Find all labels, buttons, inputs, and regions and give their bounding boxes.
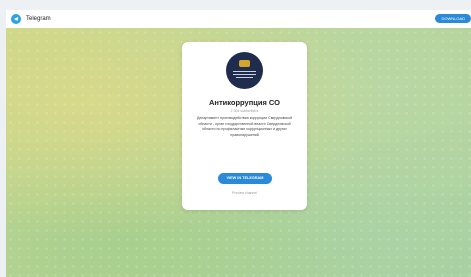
channel-title: Антикоррупция СО [209,98,280,107]
paper-plane-icon [13,16,19,22]
top-bar: Telegram DOWNLOAD [6,10,471,28]
avatar-text-line [233,71,256,73]
avatar-text-line [236,77,253,79]
emblem-icon [239,60,250,67]
subscriber-count: 2 304 subscribers [230,109,259,113]
avatar-text-line [233,74,256,76]
brand-name[interactable]: Telegram [26,16,51,22]
view-in-telegram-button[interactable]: VIEW IN TELEGRAM [218,173,272,184]
channel-description: Департамент противодействия коррупции Св… [197,116,292,137]
channel-card: Антикоррупция СО 2 304 subscribers Депар… [182,42,307,210]
telegram-logo-icon[interactable] [11,14,21,24]
channel-avatar [226,52,263,89]
preview-channel-link[interactable]: Preview channel [182,191,307,195]
download-button[interactable]: DOWNLOAD [435,14,471,23]
